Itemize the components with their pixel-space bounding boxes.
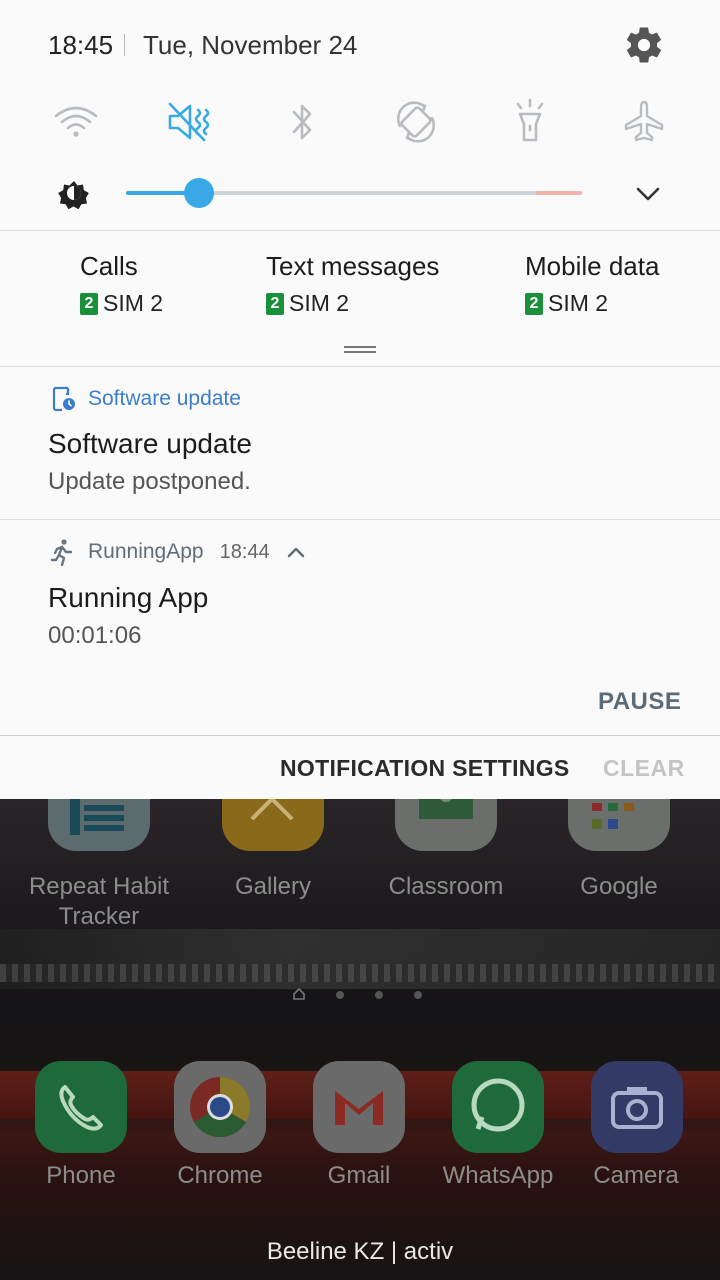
software-update-icon (50, 385, 78, 413)
notification-app-name: Software update (88, 387, 241, 410)
app-label: Gallery (234, 873, 312, 900)
app-google[interactable]: Google (540, 872, 698, 902)
date: Tue, November 24 (143, 30, 358, 60)
wallpaper-detail (0, 964, 720, 982)
dock-gmail[interactable]: Gmail (289, 1161, 429, 1191)
sim-calls-value: SIM 2 (103, 290, 164, 316)
app-label: Google (580, 873, 658, 900)
dock-camera[interactable]: Camera (566, 1161, 706, 1191)
divider (0, 230, 720, 231)
app-label: Phone (46, 1162, 116, 1189)
app-label: Repeat Habit (28, 873, 170, 900)
sim-text-value: SIM 2 (289, 290, 350, 316)
sim-mobile-data[interactable]: Mobile data 2 SIM 2 (525, 248, 659, 317)
drag-handle[interactable] (344, 351, 376, 353)
camera-icon[interactable] (591, 1061, 683, 1153)
brightness-slider-thumb[interactable] (183, 178, 214, 208)
airplane-mode-icon[interactable] (618, 96, 670, 148)
sound-mute-icon[interactable] (164, 96, 216, 148)
page-dot (336, 991, 344, 999)
settings-gear-icon[interactable] (623, 24, 665, 66)
brightness-icon (54, 173, 94, 213)
brightness-warning-zone (536, 191, 582, 195)
notification-title: Running App (48, 582, 209, 613)
home-page-icon (292, 987, 306, 1001)
flashlight-icon[interactable] (504, 96, 556, 148)
sim-calls-label: Calls (80, 251, 138, 281)
notification-app-name: RunningApp (88, 540, 204, 563)
drag-handle[interactable] (344, 346, 376, 348)
pause-button[interactable]: PAUSE (598, 688, 681, 716)
app-repeat-habit-tracker[interactable]: Repeat Habit Tracker (20, 872, 178, 932)
app-label: Classroom (388, 873, 504, 900)
clear-button[interactable]: CLEAR (603, 755, 685, 782)
app-label: WhatsApp (442, 1162, 554, 1189)
sim-calls[interactable]: Calls 2 SIM 2 (80, 248, 163, 317)
sim-2-badge: 2 (80, 292, 98, 315)
gmail-icon[interactable] (313, 1061, 405, 1153)
notification-settings-button[interactable]: NOTIFICATION SETTINGS (280, 755, 570, 782)
auto-rotate-icon[interactable] (390, 96, 442, 148)
divider (0, 366, 720, 367)
sim-data-value: SIM 2 (548, 290, 609, 316)
bluetooth-icon[interactable] (276, 96, 328, 148)
dock-chrome[interactable]: Chrome (150, 1161, 290, 1191)
notification-title: Software update (48, 428, 252, 459)
app-gallery[interactable]: Gallery (194, 872, 352, 902)
sim-data-label: Mobile data (525, 251, 660, 281)
sim-2-badge: 2 (525, 292, 543, 315)
notification-footer: NOTIFICATION SETTINGS CLEAR (0, 736, 720, 799)
phone-icon[interactable] (35, 1061, 127, 1153)
whatsapp-icon[interactable] (452, 1061, 544, 1153)
app-label: Chrome (177, 1162, 263, 1189)
carrier-label: Beeline KZ | activ (266, 1238, 454, 1265)
divider (0, 519, 720, 520)
notification-shade: 18:45 Tue, November 24 Calls 2 SIM 2 Tex… (0, 0, 720, 799)
chrome-icon[interactable] (174, 1061, 266, 1153)
notification-text: Update postponed. (48, 468, 251, 495)
dock-whatsapp[interactable]: WhatsApp (428, 1161, 568, 1191)
sim-text-messages[interactable]: Text messages 2 SIM 2 (266, 248, 439, 317)
app-label: Gmail (327, 1162, 391, 1189)
notification-text: 00:01:06 (48, 622, 142, 649)
home-screen-background: Repeat Habit Tracker Gallery Classroom G… (0, 749, 720, 1280)
separator (124, 34, 125, 56)
chevron-down-icon[interactable] (630, 178, 666, 210)
app-label: Camera (593, 1162, 679, 1189)
dock-phone[interactable]: Phone (11, 1161, 151, 1191)
app-label: Tracker (58, 903, 140, 930)
status-bar: 18:45 Tue, November 24 (0, 0, 720, 90)
page-dot (375, 991, 383, 999)
app-classroom[interactable]: Classroom (367, 872, 525, 902)
brightness-slider[interactable] (126, 178, 582, 208)
wifi-icon[interactable] (50, 96, 102, 148)
sim-2-badge: 2 (266, 292, 284, 315)
notification-time: 18:44 (219, 540, 270, 563)
clock: 18:45 (48, 30, 114, 60)
sim-text-label: Text messages (266, 251, 440, 281)
running-person-icon (50, 538, 76, 567)
page-dot (414, 991, 422, 999)
chevron-up-icon[interactable] (286, 545, 306, 559)
